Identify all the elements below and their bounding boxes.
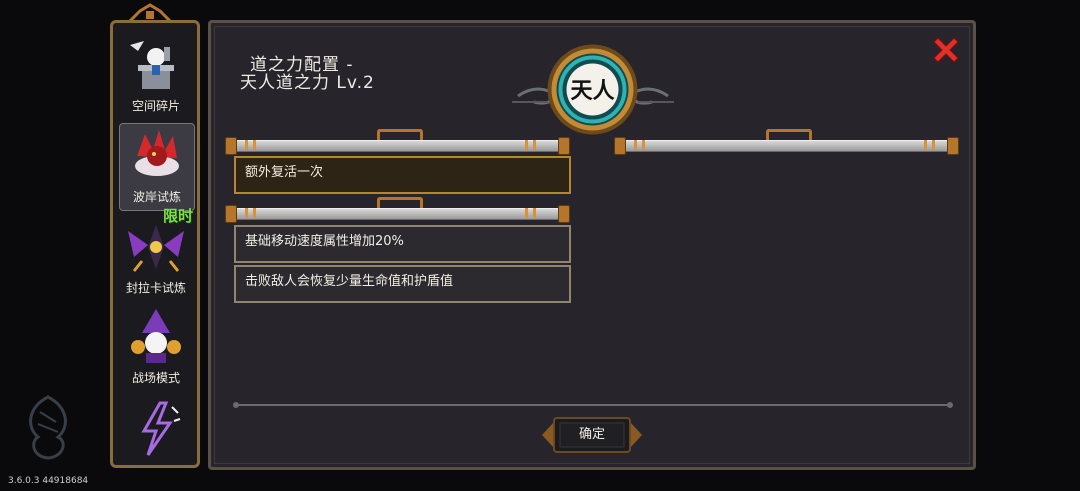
purple-winged-icon: [128, 225, 184, 272]
sidebar-item-lightning[interactable]: [119, 395, 193, 465]
space-fragment-icon: [130, 41, 174, 89]
scroll-rod-middle: [225, 197, 570, 223]
sidebar-item-label: 战场模式: [131, 371, 180, 385]
wizard-crystal-icon: [131, 309, 181, 363]
version-text: 3.6.0.3 44918684: [8, 476, 89, 486]
lightning-icon: [141, 401, 181, 456]
close-x-icon[interactable]: [930, 34, 962, 66]
sidebar-item-label: 封拉卡试炼: [125, 281, 186, 295]
red-creature-icon: [135, 130, 179, 176]
limited-time-badge: 限时: [163, 207, 194, 225]
sidebar-item-battlefield[interactable]: 战场模式: [119, 305, 193, 391]
emblem-glyph: 天人: [570, 79, 614, 104]
scroll-rod-top-right: [614, 129, 959, 155]
sidebar-item-space-fragment[interactable]: 空间碎片: [119, 33, 193, 119]
bottom-divider: [233, 402, 953, 408]
sidebar-item-fengla-trial[interactable]: 限时 封拉卡试炼: [119, 207, 193, 301]
confirm-button[interactable]: [540, 414, 644, 456]
panel-subtitle: 天人道之力 Lv.2: [240, 73, 375, 93]
sidebar-item-label: 空间碎片: [131, 99, 180, 113]
option-heal-on-kill[interactable]: 击败敌人会恢复少量生命值和护盾值: [234, 265, 571, 303]
sidebar-item-shore-trial[interactable]: 波岸试炼: [119, 123, 195, 211]
option-move-speed[interactable]: 基础移动速度属性增加20%: [234, 225, 571, 263]
option-extra-revive[interactable]: 额外复活一次: [234, 156, 571, 194]
dragon-emblem-icon: [29, 395, 67, 460]
scroll-rod-top-left: [225, 129, 570, 155]
sidebar-item-label: 波岸试炼: [132, 190, 181, 204]
mode-sidebar: 空间碎片 波岸试炼 限时 封拉卡试炼 战场模式: [110, 20, 200, 468]
tianren-emblem-icon: 天人: [547, 44, 638, 135]
